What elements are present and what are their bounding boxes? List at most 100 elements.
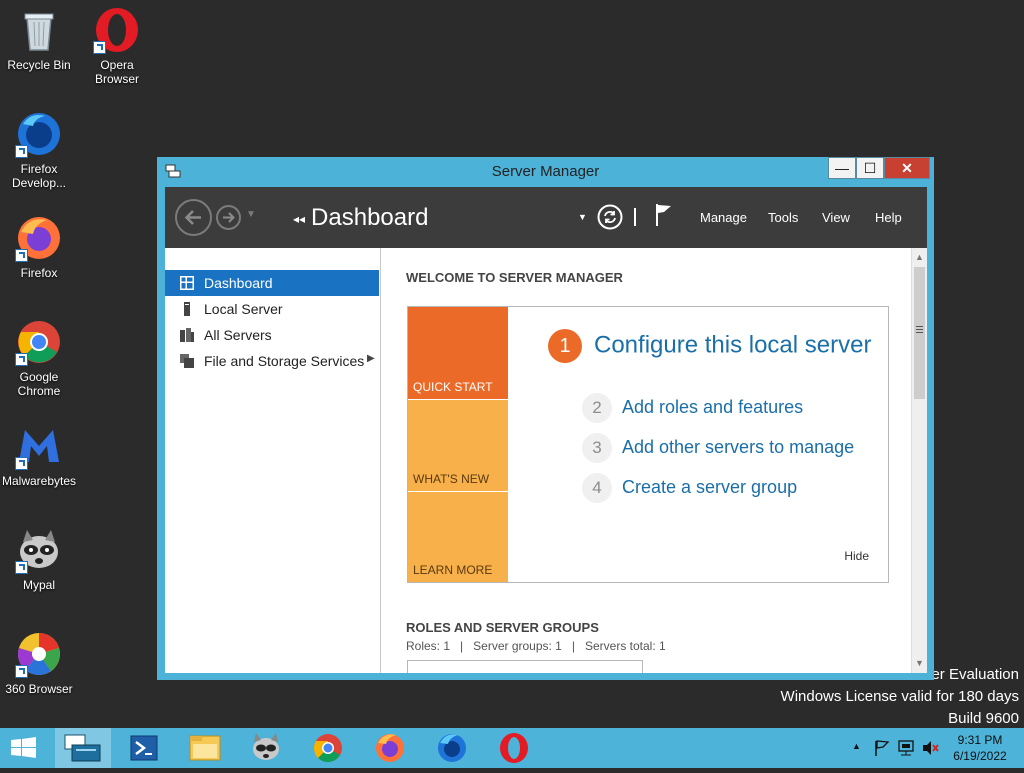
welcome-heading: WELCOME TO SERVER MANAGER <box>406 270 623 285</box>
taskbar-opera[interactable] <box>486 728 542 768</box>
volume-muted-icon[interactable] <box>920 728 940 768</box>
tray-show-hidden-icon[interactable]: ▲ <box>849 728 865 768</box>
desktop-icon-firefox[interactable]: Firefox <box>1 208 77 280</box>
role-tile[interactable] <box>407 660 643 673</box>
taskbar-firefox-developer[interactable] <box>424 728 480 768</box>
firefox-icon <box>15 214 63 262</box>
forward-button[interactable] <box>216 205 241 230</box>
tile-quick-start[interactable]: QUICK START <box>408 307 508 399</box>
nav-item-label: Local Server <box>204 301 283 317</box>
firefox-developer-icon <box>15 110 63 158</box>
chrome-icon <box>314 734 342 763</box>
desktop-icon-label: Firefox Develop... <box>11 162 67 190</box>
maximize-button[interactable]: ☐ <box>856 157 884 179</box>
file-storage-icon <box>180 354 194 368</box>
action-center-flag-icon[interactable] <box>872 728 892 768</box>
breadcrumb-dropdown-icon[interactable]: ▼ <box>578 212 587 222</box>
step-create-server-group[interactable]: 4 Create a server group <box>582 473 797 503</box>
minimize-button[interactable]: — <box>828 157 856 179</box>
taskbar-google-chrome[interactable] <box>300 728 356 768</box>
vertical-scrollbar[interactable]: ▲ ▼ <box>911 248 927 673</box>
forward-arrow-icon <box>223 212 235 223</box>
shortcut-arrow-icon <box>15 665 28 678</box>
menu-view[interactable]: View <box>822 210 850 225</box>
scroll-down-arrow-icon[interactable]: ▼ <box>912 655 927 671</box>
taskbar: ▲ 9:31 PM 6/19/2022 <box>0 728 1024 768</box>
nav-item-file-and-storage-services[interactable]: File and Storage Services ▶ <box>165 348 379 374</box>
toolbar: ▼ ◂◂ Dashboard ▼ Manage Tools View Help <box>165 187 927 248</box>
taskbar-server-manager[interactable] <box>55 728 111 768</box>
taskbar-clock[interactable]: 9:31 PM 6/19/2022 <box>940 732 1020 764</box>
shortcut-arrow-icon <box>15 249 28 262</box>
step-number-badge: 2 <box>582 393 612 423</box>
nav-item-label: All Servers <box>204 327 272 343</box>
hide-link[interactable]: Hide <box>844 549 869 563</box>
desktop-icon-label: Firefox <box>20 266 58 280</box>
nav-item-local-server[interactable]: Local Server <box>165 296 379 322</box>
shortcut-arrow-icon <box>15 145 28 158</box>
desktop-icon-google-chrome[interactable]: Google Chrome <box>1 312 77 398</box>
malwarebytes-icon <box>15 422 63 470</box>
desktop-icon-malwarebytes[interactable]: Malwarebytes <box>1 416 77 488</box>
step-configure-local-server[interactable]: 1 Configure this local server <box>548 329 871 363</box>
window-titlebar[interactable]: Server Manager — ☐ ✕ <box>157 157 934 187</box>
nav-item-label: Dashboard <box>204 275 273 291</box>
menu-manage[interactable]: Manage <box>700 210 747 225</box>
chrome-icon <box>15 318 63 366</box>
desktop-icon-recycle-bin[interactable]: Recycle Bin <box>1 0 77 72</box>
network-icon[interactable] <box>896 728 916 768</box>
scroll-up-arrow-icon[interactable]: ▲ <box>912 249 927 265</box>
step-number-badge: 3 <box>582 433 612 463</box>
desktop-icon-firefox-developer[interactable]: Firefox Develop... <box>1 104 77 190</box>
desktop-icon-label: Google Chrome <box>17 370 61 398</box>
step-label: Add other servers to manage <box>622 436 855 457</box>
nav-item-all-servers[interactable]: All Servers <box>165 322 379 348</box>
breadcrumb: ◂◂ Dashboard <box>293 204 428 232</box>
desktop-icon-opera[interactable]: Opera Browser <box>79 0 155 86</box>
tile-whats-new[interactable]: WHAT'S NEW <box>408 400 508 491</box>
menu-tools[interactable]: Tools <box>768 210 798 225</box>
server-manager-window: Server Manager — ☐ ✕ ▼ ◂◂ Dashboard ▼ Ma… <box>157 157 934 680</box>
nav-item-label: File and Storage Services <box>204 353 365 369</box>
server-icon <box>184 302 190 316</box>
refresh-button[interactable] <box>597 204 623 230</box>
menu-help[interactable]: Help <box>875 210 902 225</box>
desktop-icon-mypal[interactable]: Mypal <box>1 520 77 592</box>
desktop-icon-label: Mypal <box>22 578 55 592</box>
desktop-icon-label: 360 Browser <box>5 682 73 696</box>
step-number-badge: 1 <box>548 329 582 363</box>
clock-time: 9:31 PM <box>957 733 1003 747</box>
folder-icon <box>189 735 221 761</box>
step-label: Add roles and features <box>622 396 804 417</box>
back-button[interactable] <box>175 199 212 236</box>
taskbar-file-explorer[interactable] <box>177 728 233 768</box>
back-arrow-icon <box>184 210 201 225</box>
history-dropdown-icon[interactable]: ▼ <box>246 209 256 220</box>
tile-label: LEARN MORE <box>413 563 493 577</box>
step-add-roles-and-features[interactable]: 2 Add roles and features <box>582 393 803 423</box>
watermark-line-3: Build 9600 <box>948 710 1019 727</box>
taskbar-powershell[interactable] <box>116 728 172 768</box>
dashboard-content: WELCOME TO SERVER MANAGER QUICK START WH… <box>381 248 911 673</box>
window-title: Server Manager <box>491 163 600 180</box>
windows-logo-icon <box>11 737 36 758</box>
nav-item-dashboard[interactable]: Dashboard <box>165 270 379 296</box>
desktop-icon-360-browser[interactable]: 360 Browser <box>1 624 77 696</box>
close-button[interactable]: ✕ <box>884 157 930 179</box>
360-browser-icon <box>15 630 63 678</box>
tile-label: QUICK START <box>413 380 493 394</box>
step-add-other-servers[interactable]: 3 Add other servers to manage <box>582 433 854 463</box>
taskbar-mypal[interactable] <box>238 728 294 768</box>
expand-chevron-icon[interactable]: ▶ <box>367 353 375 364</box>
tile-learn-more[interactable]: LEARN MORE <box>408 492 508 582</box>
powershell-icon <box>130 735 158 761</box>
scroll-thumb[interactable] <box>914 267 925 399</box>
mypal-raccoon-icon <box>15 526 63 574</box>
notifications-flag-button[interactable] <box>655 203 673 227</box>
watermark-line-1: er Evaluation <box>931 666 1019 683</box>
firefox-icon <box>376 734 404 762</box>
start-button[interactable] <box>0 728 48 768</box>
clock-date: 6/19/2022 <box>953 749 1007 763</box>
opera-icon <box>93 6 141 54</box>
taskbar-firefox[interactable] <box>362 728 418 768</box>
